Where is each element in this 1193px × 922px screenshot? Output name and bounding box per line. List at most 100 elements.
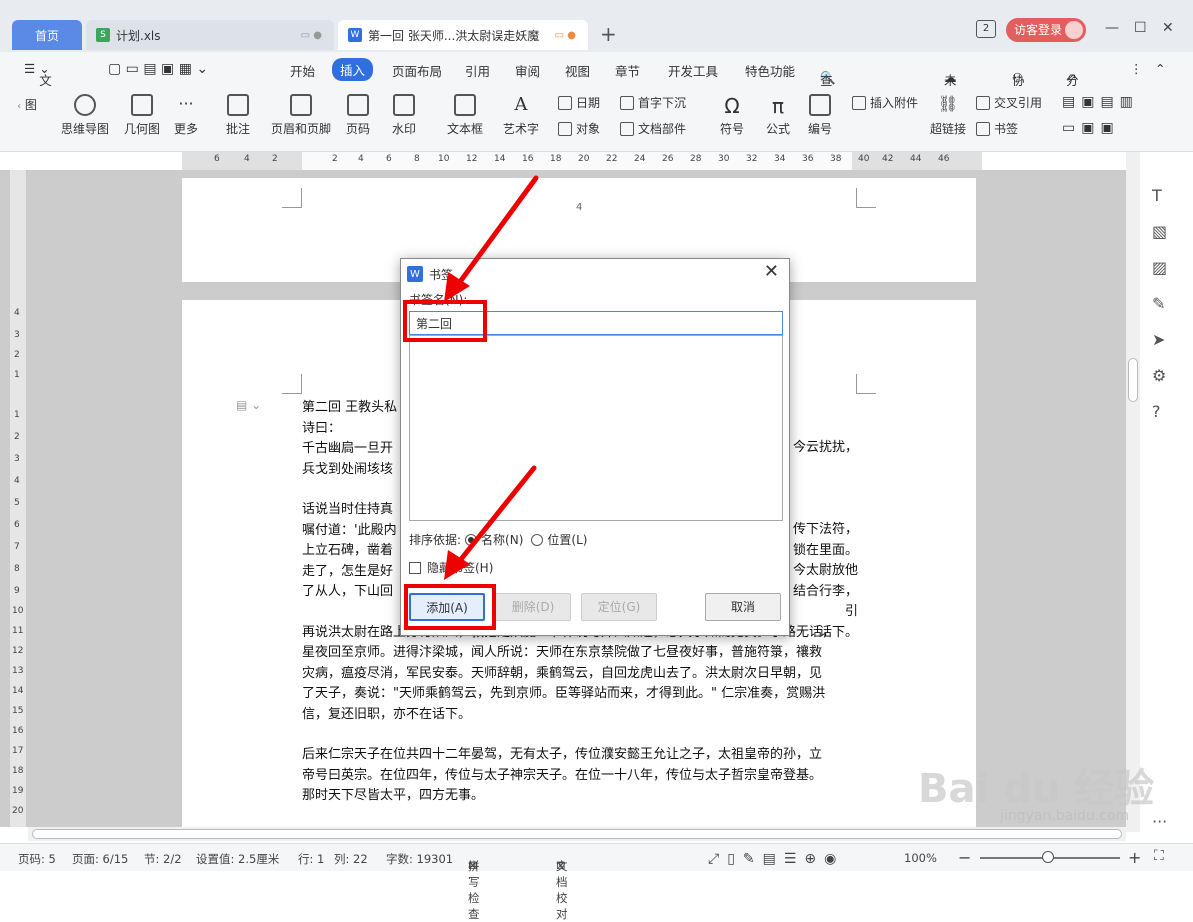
vruler-tick: 15: [12, 706, 24, 716]
comment-button[interactable]: 批注: [222, 94, 254, 137]
wordart-button[interactable]: A 艺术字: [498, 94, 544, 137]
margin-mark: [856, 374, 876, 394]
ribbon-scroll-left[interactable]: ‹ 图: [14, 96, 40, 113]
tab-doc[interactable]: W 第一回 张天师...洪太尉误走妖魔 ▭ ●: [338, 20, 588, 50]
layout-icons-row1[interactable]: ▤▣▤▥: [1062, 94, 1139, 110]
menu-insert[interactable]: 插入: [332, 58, 374, 81]
object-button[interactable]: 对象: [558, 120, 600, 137]
window-count-badge: 2: [976, 20, 996, 38]
quick-access-icons[interactable]: ▢ ▭ ▤ ▣ ▦ ⌄: [108, 61, 208, 77]
more-button[interactable]: ··· 更多: [168, 94, 204, 137]
collapse-ribbon-icon[interactable]: ⌃: [1155, 61, 1165, 76]
ruler-tick: 38: [830, 154, 842, 164]
horizontal-scrollbar[interactable]: [28, 827, 1126, 841]
minimize-icon[interactable]: —: [1105, 20, 1119, 36]
vertical-ruler: 4 3 2 1 1 2 3 4 5 6 7 8 9 10 11 12 13 14…: [10, 170, 26, 827]
close-icon[interactable]: ✕: [1162, 20, 1174, 36]
doc-icon[interactable]: ▧: [1152, 222, 1167, 241]
symbol-button[interactable]: Ω 符号: [714, 94, 750, 137]
watermark-button[interactable]: 水印: [386, 94, 422, 137]
margin-mark: [282, 188, 302, 208]
formula-button[interactable]: π 公式: [760, 94, 796, 137]
vruler-tick: 4: [14, 308, 20, 318]
vertical-scrollbar[interactable]: [1126, 152, 1140, 832]
proofread-label: 文档校对: [556, 859, 568, 921]
menu-reference[interactable]: 引用: [465, 61, 490, 80]
pointer-icon[interactable]: ➤: [1152, 330, 1165, 349]
layout-icons-row2[interactable]: ▭▣▣: [1062, 120, 1120, 136]
locate-button[interactable]: 定位(G): [581, 593, 657, 621]
fullscreen-icon[interactable]: ⛶: [1154, 848, 1164, 864]
maximize-icon[interactable]: ☐: [1134, 20, 1147, 36]
doc-parts-button[interactable]: 文档部件: [620, 120, 686, 137]
numbering-button[interactable]: 编号: [804, 94, 836, 137]
mindmap-button[interactable]: 思维导图: [54, 94, 116, 137]
horizontal-ruler: 6 4 2 2 4 6 8 10 12 14 16 18 20 22 24 26…: [182, 152, 982, 170]
vertical-scroll-thumb[interactable]: [1128, 358, 1138, 402]
textbox-button[interactable]: 文本框: [442, 94, 488, 137]
ruler-tick: 36: [802, 154, 814, 164]
status-words[interactable]: 字数: 19301: [386, 851, 453, 867]
crossref-button[interactable]: 交叉引用: [976, 94, 1042, 111]
menu-page-layout[interactable]: 页面布局: [392, 61, 442, 80]
geometry-label: 几何图: [123, 122, 160, 136]
paperclip-icon: [852, 95, 866, 110]
wordart-icon: A: [514, 94, 528, 115]
text-style-icon[interactable]: T: [1152, 186, 1162, 205]
date-button[interactable]: 日期: [558, 94, 600, 111]
view-mode-icons[interactable]: ⤢▯✎▤☰⊕◉: [708, 851, 844, 867]
help-icon[interactable]: ?: [1152, 402, 1161, 421]
zoom-slider-thumb[interactable]: [1042, 851, 1054, 863]
horizontal-scroll-thumb[interactable]: [32, 829, 1122, 839]
attach-button[interactable]: 插入附件: [852, 94, 918, 111]
spellcheck-label: 拼写检查: [468, 859, 480, 921]
menu-view[interactable]: 视图: [565, 61, 590, 80]
menu-chapter[interactable]: 章节: [615, 61, 640, 80]
status-page[interactable]: 页面: 6/15: [72, 851, 128, 867]
zoom-in-icon[interactable]: +: [1128, 848, 1141, 867]
more-menu-icon[interactable]: ⋮: [1130, 61, 1143, 76]
more-dots-icon[interactable]: ···: [1152, 812, 1167, 831]
ruler-tick: 12: [466, 154, 478, 164]
new-tab-button[interactable]: +: [600, 22, 617, 46]
delete-button[interactable]: 删除(D): [495, 593, 571, 621]
doc-fragment: 今云扰扰，: [792, 440, 858, 455]
vruler-tick: 17: [12, 746, 24, 756]
crossref-label: 交叉引用: [994, 96, 1043, 110]
tab-xls[interactable]: S 计划.xls ▭ ●: [86, 20, 334, 50]
menu-developer[interactable]: 开发工具: [668, 61, 718, 80]
doc-fragment: 今太尉放他: [792, 563, 858, 578]
vruler-tick: 8: [14, 564, 20, 574]
menu-review[interactable]: 审阅: [515, 61, 540, 80]
hidden-bookmark-checkbox[interactable]: [409, 561, 421, 574]
bookmark-button[interactable]: 书签: [976, 120, 1018, 137]
file-menu[interactable]: ☰ 文件 ⌄: [24, 61, 52, 107]
doc-fragment: 传下法符，: [792, 522, 858, 537]
vruler-tick: 18: [12, 766, 24, 776]
hyperlink-button[interactable]: ⛓ 超链接: [928, 94, 968, 137]
tab-home[interactable]: 首页: [12, 20, 82, 50]
menu-features[interactable]: 特色功能: [745, 61, 795, 80]
ruler-tick: 22: [606, 154, 618, 164]
zoom-level[interactable]: 100%: [904, 851, 937, 865]
header-footer-button[interactable]: 页眉和页脚: [270, 94, 332, 137]
vruler-tick: 3: [14, 330, 20, 340]
ribbon-cut-label: 图: [24, 98, 37, 112]
dropcap-button[interactable]: 首字下沉: [620, 94, 686, 111]
cancel-button[interactable]: 取消: [705, 593, 781, 621]
dropcap-icon: [620, 95, 634, 110]
review-icon[interactable]: ▨: [1152, 258, 1167, 277]
doc-line: 了天子，奏说："天师乘鹤驾云，先到京师。臣等驿站而来，才得到此。" 仁宗准奏，赏…: [302, 686, 826, 701]
pen-icon[interactable]: ✎: [1152, 294, 1165, 313]
settings-icon[interactable]: ⚙: [1152, 366, 1166, 385]
object-label: 对象: [576, 122, 601, 136]
dialog-close-icon[interactable]: ✕: [764, 261, 779, 282]
geometry-button[interactable]: 几何图: [120, 94, 164, 137]
menu-start[interactable]: 开始: [290, 61, 315, 80]
paragraph-icon[interactable]: ▤ ⌄: [236, 398, 261, 412]
doc-line: 灾病，瘟疫尽消，军民安泰。天师辞朝，乘鹤驾云，自回龙虎山去了。洪太尉次日早朝，见: [302, 665, 823, 681]
page-number-button[interactable]: 页码: [340, 94, 376, 137]
pi-icon: π: [771, 94, 785, 118]
guest-login-button[interactable]: 访客登录: [1006, 18, 1086, 42]
zoom-out-icon[interactable]: −: [958, 848, 971, 867]
